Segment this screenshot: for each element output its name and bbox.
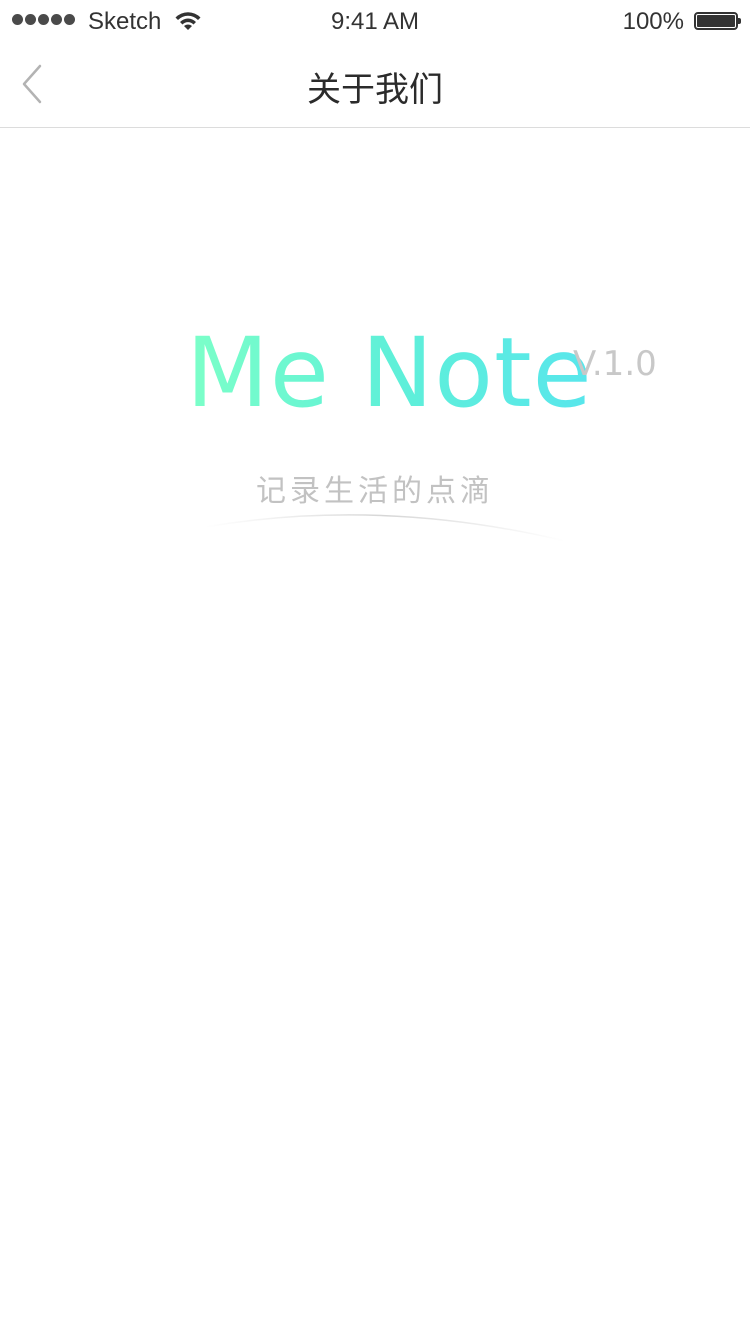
- status-bar: Sketch 9:41 AM 100%: [0, 0, 750, 40]
- version-label: V.1.0: [573, 344, 657, 384]
- slogan: 记录生活的点滴: [256, 474, 494, 509]
- battery-percent: 100%: [622, 8, 684, 35]
- page-title: 关于我们: [307, 70, 443, 110]
- battery-icon: [694, 12, 741, 30]
- decorative-arc: [204, 514, 566, 542]
- navigation-bar: 关于我们: [0, 40, 750, 128]
- app-name: Me Note: [186, 317, 593, 429]
- app-logo: Me Note: [186, 325, 593, 421]
